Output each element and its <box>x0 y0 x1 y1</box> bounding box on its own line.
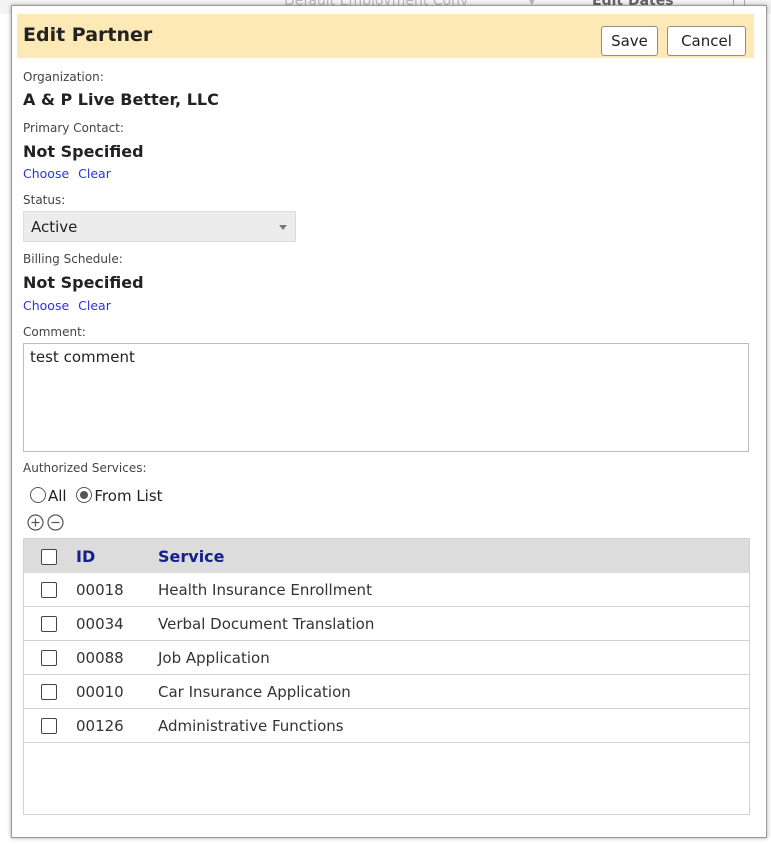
status-select[interactable]: Active <box>23 211 296 242</box>
cell-service: Administrative Functions <box>158 717 344 735</box>
column-header-id[interactable]: ID <box>76 547 95 566</box>
authorized-services-label: Authorized Services: <box>23 461 147 475</box>
primary-contact-label: Primary Contact: <box>23 121 124 135</box>
cell-id: 00126 <box>76 717 124 735</box>
primary-contact-links: Choose Clear <box>23 166 116 181</box>
minus-circle-icon[interactable] <box>47 514 64 531</box>
radio-from-list[interactable] <box>76 487 93 503</box>
row-checkbox[interactable] <box>41 616 57 632</box>
row-checkbox[interactable] <box>41 582 57 598</box>
dialog-title: Edit Partner <box>23 24 153 46</box>
table-row[interactable]: 00010 Car Insurance Application <box>24 675 749 709</box>
services-radio-group: All From List <box>30 487 168 505</box>
cell-id: 00088 <box>76 649 124 667</box>
table-row[interactable]: 00018 Health Insurance Enrollment <box>24 573 749 607</box>
billing-clear-link[interactable]: Clear <box>78 298 111 313</box>
table-row[interactable]: 00126 Administrative Functions <box>24 709 749 743</box>
chevron-down-icon <box>279 225 287 230</box>
select-all-checkbox[interactable] <box>41 549 57 565</box>
organization-label: Organization: <box>23 70 104 84</box>
radio-all-label: All <box>48 487 67 505</box>
row-checkbox[interactable] <box>41 718 57 734</box>
row-checkbox[interactable] <box>41 684 57 700</box>
organization-value: A & P Live Better, LLC <box>23 90 219 109</box>
billing-schedule-value: Not Specified <box>23 273 144 292</box>
plus-circle-icon[interactable] <box>27 514 44 531</box>
cell-service: Job Application <box>158 649 270 667</box>
billing-schedule-label: Billing Schedule: <box>23 252 123 266</box>
row-checkbox[interactable] <box>41 650 57 666</box>
cell-service: Health Insurance Enrollment <box>158 581 372 599</box>
primary-contact-choose-link[interactable]: Choose <box>23 166 69 181</box>
save-button[interactable]: Save <box>601 26 658 56</box>
billing-choose-link[interactable]: Choose <box>23 298 69 313</box>
cancel-button[interactable]: Cancel <box>667 26 746 56</box>
services-grid: ID Service 00018 Health Insurance Enrollm… <box>23 538 750 815</box>
table-row[interactable]: 00088 Job Application <box>24 641 749 675</box>
cell-id: 00010 <box>76 683 124 701</box>
billing-schedule-links: Choose Clear <box>23 298 116 313</box>
primary-contact-value: Not Specified <box>23 142 144 161</box>
radio-all[interactable] <box>30 487 46 503</box>
cell-id: 00018 <box>76 581 124 599</box>
column-header-service[interactable]: Service <box>158 547 225 566</box>
status-select-value: Active <box>31 218 78 236</box>
cell-service: Car Insurance Application <box>158 683 351 701</box>
grid-header: ID Service <box>24 539 749 573</box>
cell-service: Verbal Document Translation <box>158 615 375 633</box>
edit-partner-dialog: Edit Partner Save Cancel Organization: A… <box>11 5 767 838</box>
cell-id: 00034 <box>76 615 124 633</box>
table-row[interactable]: 00034 Verbal Document Translation <box>24 607 749 641</box>
radio-from-list-label: From List <box>94 487 163 505</box>
comment-textarea[interactable]: test comment <box>23 343 749 452</box>
primary-contact-clear-link[interactable]: Clear <box>78 166 111 181</box>
status-label: Status: <box>23 193 66 207</box>
dialog-header: Edit Partner Save Cancel <box>17 14 754 58</box>
comment-label: Comment: <box>23 325 86 339</box>
